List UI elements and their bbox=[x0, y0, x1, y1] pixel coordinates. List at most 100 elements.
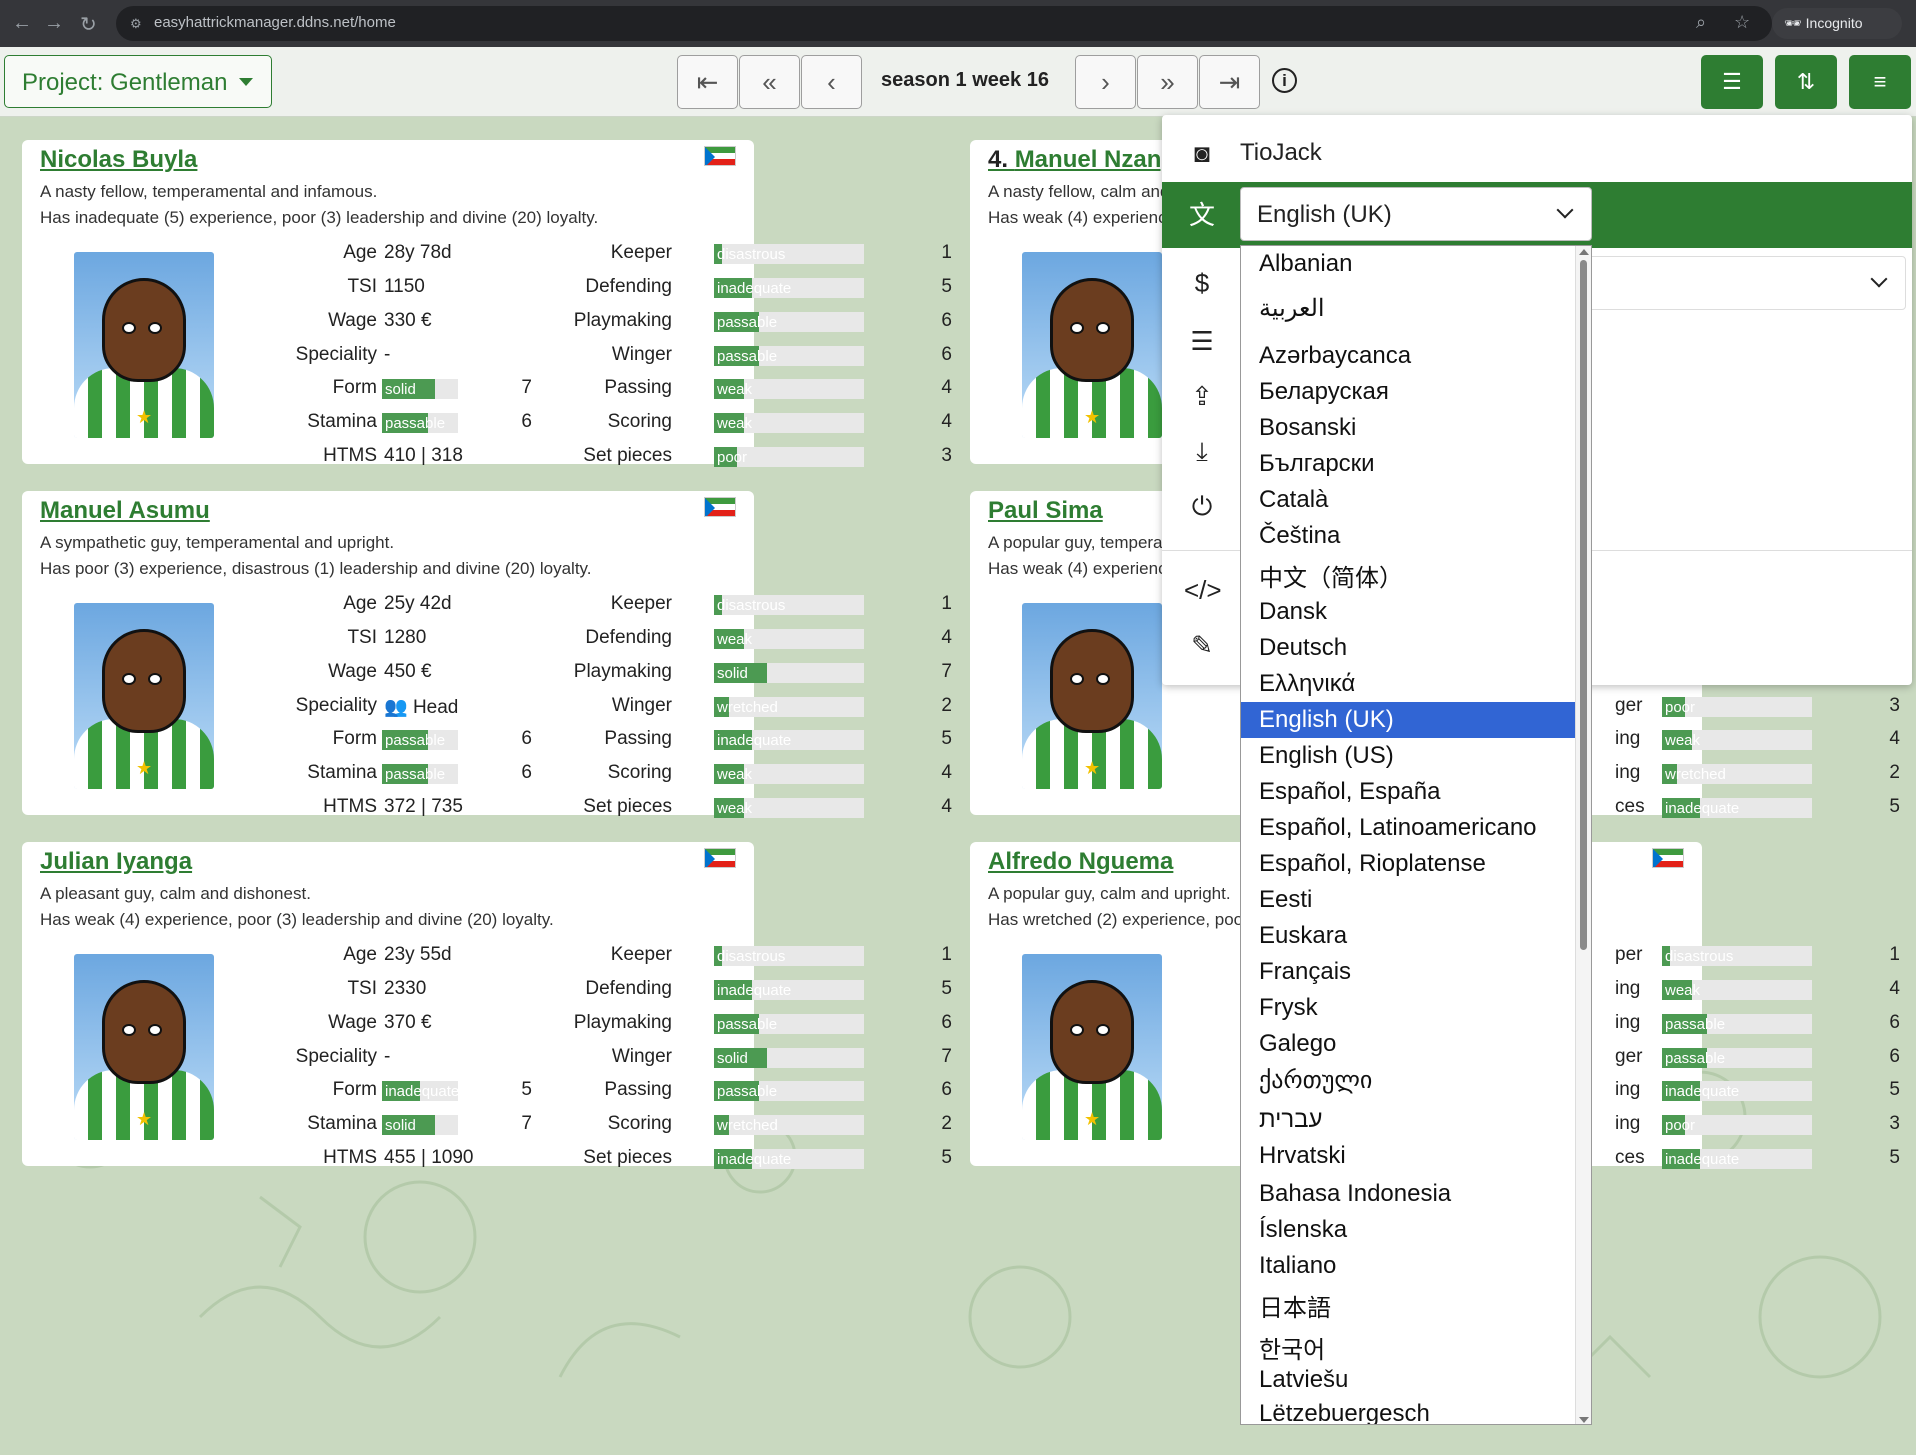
site-info-icon[interactable]: ⚙ bbox=[130, 16, 144, 31]
player-name: Julian Iyanga bbox=[40, 848, 193, 875]
skill-value: 6 bbox=[941, 310, 952, 331]
player-name-link[interactable]: Nicolas Buyla bbox=[40, 146, 197, 174]
skill-label-passing: Passing bbox=[604, 728, 672, 749]
upload-icon[interactable]: ⇪ bbox=[1184, 378, 1220, 414]
player-name: Paul Sima bbox=[988, 497, 1103, 524]
sort-button[interactable]: ⇅ bbox=[1775, 55, 1837, 109]
label-tsi: TSI bbox=[347, 627, 377, 648]
language-option[interactable]: Español, España bbox=[1241, 774, 1575, 810]
language-option[interactable]: Frysk bbox=[1241, 990, 1575, 1026]
back-icon[interactable]: ← bbox=[12, 12, 32, 35]
skill-bar: solid bbox=[714, 1048, 864, 1068]
language-option[interactable]: العربية bbox=[1241, 290, 1575, 326]
language-option[interactable]: Hrvatski bbox=[1241, 1138, 1575, 1174]
language-option[interactable]: Euskara bbox=[1241, 918, 1575, 954]
skill-value: 6 bbox=[941, 344, 952, 365]
language-option[interactable]: Español, Latinoamericano bbox=[1241, 810, 1575, 846]
skill-level: inadequate bbox=[717, 732, 792, 749]
language-option[interactable]: Azərbaycanca bbox=[1241, 338, 1575, 374]
language-option[interactable]: 日本語 bbox=[1241, 1284, 1575, 1322]
reload-icon[interactable]: ↻ bbox=[80, 12, 97, 37]
skill-bar: weak bbox=[714, 764, 864, 784]
label-stamina: Stamina bbox=[307, 411, 377, 432]
language-option[interactable]: Eesti bbox=[1241, 882, 1575, 918]
language-option[interactable]: Latviešu bbox=[1241, 1362, 1575, 1398]
speciality-value: Head bbox=[412, 697, 459, 718]
language-option[interactable]: Galego bbox=[1241, 1026, 1575, 1062]
project-dropdown[interactable]: Project: Gentleman bbox=[4, 55, 272, 108]
info-icon[interactable]: i bbox=[1272, 68, 1297, 93]
language-option[interactable]: Ελληνικά bbox=[1241, 666, 1575, 702]
player-name-link[interactable]: Manuel Asumu bbox=[40, 497, 210, 525]
language-option[interactable]: Íslenska bbox=[1241, 1212, 1575, 1248]
language-option[interactable]: 한국어 bbox=[1241, 1326, 1575, 1364]
language-option[interactable]: Lëtzebuergesch bbox=[1241, 1396, 1575, 1424]
power-icon[interactable]: ⏻ bbox=[1184, 488, 1220, 524]
language-dropdown-list[interactable]: Lëtzebuergesch Latviešu 한국어 日本語 Italiano Ísle… bbox=[1240, 245, 1592, 1425]
next-week-button[interactable]: › bbox=[1075, 55, 1136, 109]
language-select[interactable]: English (UK) bbox=[1240, 187, 1592, 241]
language-option[interactable]: ქართული bbox=[1241, 1062, 1575, 1098]
username: TioJack bbox=[1240, 139, 1322, 166]
language-option[interactable]: Čeština bbox=[1241, 518, 1575, 554]
prev-season-button[interactable]: « bbox=[739, 55, 800, 109]
skill-bar: passable bbox=[714, 1081, 864, 1101]
player-name-link[interactable]: Alfredo Nguema bbox=[988, 848, 1173, 876]
player-name-link[interactable]: Julian Iyanga bbox=[40, 848, 192, 876]
head-speciality-icon: 👥 bbox=[384, 697, 408, 718]
skill-value: 4 bbox=[1889, 978, 1900, 999]
bookmark-star-icon[interactable]: ☆ bbox=[1734, 12, 1750, 33]
player-personality: A nasty fellow, temperamental and infamo… bbox=[40, 182, 378, 201]
stamina-level: passable bbox=[385, 766, 446, 783]
incognito-badge[interactable]: 🕶 Incognito bbox=[1772, 8, 1902, 39]
address-bar[interactable]: ⚙ easyhattrickmanager.ddns.net/home ⌕ ☆ bbox=[116, 6, 1772, 41]
skill-bar: weak bbox=[714, 379, 864, 399]
player-name: Alfredo Nguema bbox=[988, 848, 1174, 875]
menu-button[interactable]: ≡ bbox=[1849, 55, 1911, 109]
translate-icon: 文 bbox=[1188, 200, 1215, 230]
first-week-button[interactable]: ⇤ bbox=[677, 55, 738, 109]
skill-value: 5 bbox=[1889, 1147, 1900, 1168]
code-icon[interactable]: </> bbox=[1184, 572, 1222, 608]
language-option[interactable]: 中文（简体） bbox=[1241, 554, 1575, 592]
language-option[interactable]: Français bbox=[1241, 954, 1575, 990]
edit-icon[interactable]: ✎ bbox=[1184, 627, 1220, 663]
scroll-up-icon[interactable] bbox=[1579, 249, 1589, 255]
language-option[interactable]: Català bbox=[1241, 482, 1575, 518]
label-age: Age bbox=[343, 593, 377, 614]
skill-label-winger: Winger bbox=[611, 695, 672, 716]
language-option[interactable]: Deutsch bbox=[1241, 630, 1575, 666]
list-icon[interactable]: ☰ bbox=[1184, 323, 1220, 359]
forward-icon[interactable]: → bbox=[44, 12, 64, 35]
dropdown-scrollbar[interactable] bbox=[1575, 246, 1591, 1424]
language-option[interactable]: Български bbox=[1241, 446, 1575, 482]
next-season-button[interactable]: » bbox=[1137, 55, 1198, 109]
language-option[interactable]: Albanian bbox=[1241, 246, 1575, 282]
language-option[interactable]: Dansk bbox=[1241, 594, 1575, 630]
player-name-link[interactable]: 4. Manuel Nzang bbox=[988, 146, 1176, 174]
prev-week-button[interactable]: ‹ bbox=[801, 55, 862, 109]
language-option[interactable]: Bahasa Indonesia bbox=[1241, 1176, 1575, 1212]
language-option[interactable]: Español, Rioplatense bbox=[1241, 846, 1575, 882]
skill-label-set_pieces: Set pieces bbox=[583, 796, 672, 817]
filter-button[interactable]: ☰ bbox=[1701, 55, 1763, 109]
language-option[interactable]: Беларуская bbox=[1241, 374, 1575, 410]
download-icon[interactable]: ⤓ bbox=[1184, 433, 1220, 469]
skill-label-partial: ing bbox=[1615, 762, 1641, 783]
language-option[interactable]: Italiano bbox=[1241, 1248, 1575, 1284]
chevron-down-icon bbox=[1870, 270, 1888, 288]
skill-value: 4 bbox=[941, 627, 952, 648]
chevron-down-icon bbox=[1556, 201, 1574, 219]
skill-label-defending: Defending bbox=[585, 978, 672, 999]
player-name-link[interactable]: Paul Sima bbox=[988, 497, 1103, 525]
language-option[interactable]: עברית bbox=[1241, 1102, 1575, 1138]
scrollbar-thumb[interactable] bbox=[1580, 260, 1587, 950]
language-option[interactable]: English (US) bbox=[1241, 738, 1575, 774]
last-week-button[interactable]: ⇥ bbox=[1199, 55, 1260, 109]
label-form: Form bbox=[332, 728, 377, 749]
language-option[interactable]: Bosanski bbox=[1241, 410, 1575, 446]
zoom-icon[interactable]: ⌕ bbox=[1696, 12, 1706, 33]
language-option[interactable]: English (UK) bbox=[1241, 702, 1575, 738]
scroll-down-icon[interactable] bbox=[1579, 1417, 1589, 1423]
player-avatar: ★ bbox=[74, 603, 214, 789]
